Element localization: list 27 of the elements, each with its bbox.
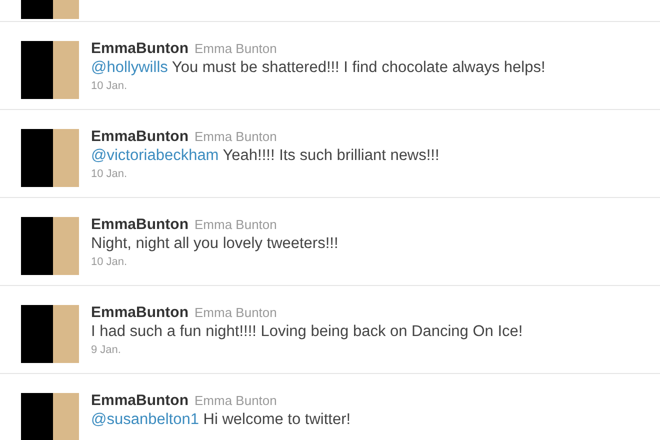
mention-link[interactable]: @victoriabeckham xyxy=(91,147,219,164)
tweet-date[interactable]: 10 Jan. xyxy=(91,168,128,180)
tweet-text: @hollywills You must be shattered!!! I find chocolate always helps! xyxy=(91,59,546,77)
tweet-date[interactable]: 10 Jan. xyxy=(91,80,128,92)
mention-link[interactable]: @susanbelton1 xyxy=(91,411,199,428)
full-name: Emma Bunton xyxy=(194,393,277,408)
username[interactable]: EmmaBunton xyxy=(91,40,188,57)
tweet-date[interactable]: 10 Jan. xyxy=(91,256,128,268)
avatar-photo-placeholder[interactable] xyxy=(21,393,79,440)
username[interactable]: EmmaBunton xyxy=(91,392,188,409)
avatar-photo-placeholder[interactable] xyxy=(21,129,79,187)
full-name: Emma Bunton xyxy=(194,217,277,232)
full-name: Emma Bunton xyxy=(194,305,277,320)
tweet-text: @susanbelton1 Hi welcome to twitter! xyxy=(91,411,351,429)
avatar-photo-placeholder[interactable] xyxy=(21,217,79,275)
username[interactable]: EmmaBunton xyxy=(91,304,188,321)
full-name: Emma Bunton xyxy=(194,41,277,56)
tweet-text: @victoriabeckham Yeah!!!! Its such brilliant news!!! xyxy=(91,147,440,165)
avatar-photo-placeholder[interactable] xyxy=(21,305,79,363)
tweet-text: Night, night all you lovely tweeters!!! xyxy=(91,235,338,253)
mention-link[interactable]: @hollywills xyxy=(91,59,168,76)
tweet-date[interactable]: 9 Jan. xyxy=(91,344,121,356)
username[interactable]: EmmaBunton xyxy=(91,128,188,145)
tweet-text: I had such a fun night!!!! Loving being back on Dancing On Ice! xyxy=(91,323,523,341)
avatar-photo-placeholder[interactable] xyxy=(21,41,79,99)
username[interactable]: EmmaBunton xyxy=(91,216,188,233)
full-name: Emma Bunton xyxy=(194,129,277,144)
